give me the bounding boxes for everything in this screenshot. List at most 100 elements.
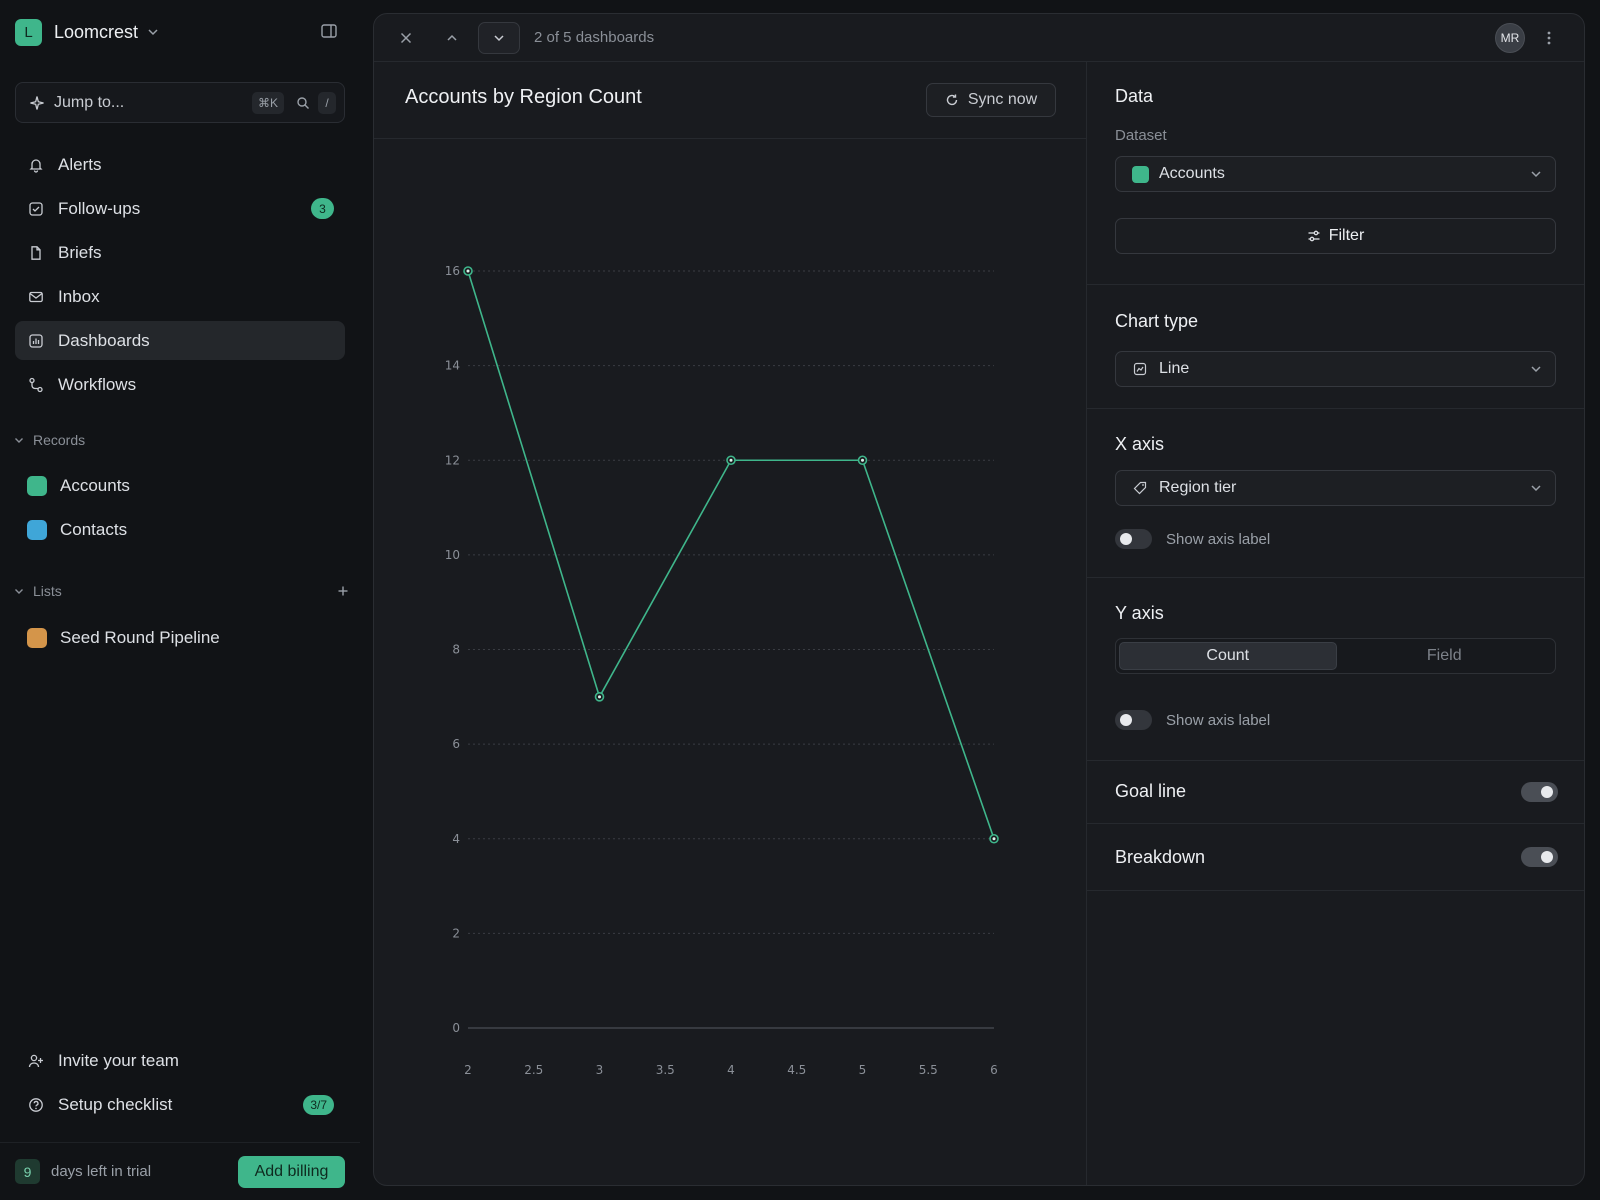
chart-type-title: Chart type — [1115, 311, 1199, 331]
chevron-up-icon[interactable] — [442, 28, 462, 48]
data-section: Data Dataset Accounts Filter — [1087, 62, 1584, 285]
nav-item-inbox[interactable]: Inbox — [15, 277, 345, 316]
accounts-swatch — [27, 475, 47, 496]
check-square-icon — [27, 200, 45, 218]
y-tick-label: 14 — [445, 359, 460, 373]
records-section-header[interactable]: Records — [13, 430, 349, 450]
user-plus-icon — [27, 1052, 45, 1070]
y-tick-label: 0 — [452, 1021, 460, 1035]
panel-topbar: 2 of 5 dashboards MR — [374, 14, 1584, 62]
x-tick-label: 4.5 — [787, 1063, 806, 1077]
series-line — [467, 270, 995, 840]
goal-line-toggle[interactable] — [1521, 782, 1558, 802]
line-chart-icon — [1131, 360, 1149, 378]
x-axis-title: X axis — [1115, 434, 1165, 454]
sidebar-item-accounts[interactable]: Accounts — [15, 466, 345, 505]
add-billing-button[interactable]: Add billing — [238, 1156, 345, 1188]
follow-ups-count-badge: 3 — [311, 198, 334, 219]
nav-item-workflows[interactable]: Workflows — [15, 365, 345, 404]
x-show-axis-label-toggle[interactable] — [1115, 529, 1152, 549]
filter-button[interactable]: Filter — [1115, 218, 1556, 254]
y-show-axis-label-row: Show axis label — [1115, 709, 1270, 731]
chevron-down-icon — [1529, 362, 1543, 376]
nav-item-follow-ups[interactable]: Follow-ups 3 — [15, 189, 345, 228]
add-list-icon[interactable] — [337, 585, 349, 597]
x-tick-label: 5.5 — [919, 1063, 938, 1077]
x-tick-label: 2.5 — [524, 1063, 543, 1077]
data-point-center — [598, 695, 601, 699]
refresh-icon — [945, 93, 959, 107]
chart-header: Accounts by Region Count Sync now — [374, 62, 1086, 139]
setup-checklist-link[interactable]: Setup checklist 3/7 — [15, 1085, 345, 1124]
sidebar-item-seed-round-pipeline[interactable]: Seed Round Pipeline — [15, 618, 345, 657]
nav-item-alerts[interactable]: Alerts — [15, 145, 345, 184]
dataset-label: Dataset — [1115, 127, 1167, 144]
x-tick-label: 5 — [859, 1063, 867, 1077]
next-dashboard-button[interactable] — [478, 22, 520, 54]
nav-item-label: Workflows — [58, 374, 137, 394]
trial-banner: 9 days left in trial Add billing — [0, 1142, 360, 1200]
list-swatch — [27, 627, 47, 648]
records-list: Accounts Contacts — [15, 466, 345, 554]
trial-days-text: days left in trial — [51, 1163, 152, 1180]
y-tick-label: 6 — [452, 737, 460, 751]
user-avatar[interactable]: MR — [1495, 23, 1525, 53]
filter-label: Filter — [1328, 227, 1365, 244]
sync-now-button[interactable]: Sync now — [926, 83, 1056, 117]
y-show-axis-label-text: Show axis label — [1166, 711, 1271, 729]
nav-item-label: Briefs — [58, 242, 102, 262]
chevron-down-icon — [13, 585, 25, 597]
y-tick-label: 10 — [445, 548, 460, 562]
y-axis-count-option[interactable]: Count — [1119, 642, 1337, 670]
y-tick-label: 16 — [445, 264, 460, 278]
invite-label: Invite your team — [58, 1050, 179, 1070]
workspace-switcher[interactable]: L Loomcrest — [15, 18, 160, 46]
sidebar-item-label: Contacts — [60, 519, 128, 539]
checklist-label: Setup checklist — [58, 1094, 173, 1114]
nav-item-briefs[interactable]: Briefs — [15, 233, 345, 272]
sidebar-item-label: Seed Round Pipeline — [60, 627, 220, 647]
x-tick-label: 3 — [596, 1063, 604, 1077]
nav-item-label: Alerts — [58, 154, 102, 174]
nav-item-label: Dashboards — [58, 330, 150, 350]
dashboard-panel: 2 of 5 dashboards MR Accounts by Region … — [373, 13, 1585, 1186]
goal-line-label: Goal line — [1115, 781, 1187, 801]
chart-config-panel: Data Dataset Accounts Filter Chart type … — [1087, 62, 1584, 1185]
shortcut-badge: ⌘K — [251, 91, 284, 114]
trial-days-count: 9 — [15, 1159, 40, 1184]
y-show-axis-label-toggle[interactable] — [1115, 710, 1152, 730]
search-icon[interactable] — [296, 96, 310, 110]
invite-team-link[interactable]: Invite your team — [15, 1041, 345, 1080]
sidebar-item-contacts[interactable]: Contacts — [15, 510, 345, 549]
jump-to-search[interactable]: Jump to... ⌘K / — [15, 82, 345, 123]
workflow-icon — [27, 376, 45, 394]
x-axis-section: X axis Region tier Show axis label — [1087, 409, 1584, 578]
tag-icon — [1131, 479, 1149, 497]
x-tick-label: 6 — [990, 1063, 998, 1077]
breakdown-label: Breakdown — [1115, 847, 1206, 867]
close-icon[interactable] — [396, 28, 416, 48]
data-point-center — [729, 458, 733, 462]
x-show-axis-label-text: Show axis label — [1166, 530, 1271, 548]
chart-type-select[interactable]: Line — [1115, 351, 1556, 387]
chart-icon — [27, 332, 45, 350]
chart-type-section: Chart type Line — [1087, 285, 1584, 409]
more-options-icon[interactable] — [1539, 28, 1559, 48]
sliders-icon — [1307, 229, 1321, 243]
breakdown-toggle[interactable] — [1521, 847, 1558, 867]
sidebar-toggle-icon[interactable] — [320, 22, 340, 42]
chevron-down-icon — [1529, 481, 1543, 495]
checklist-progress-badge: 3/7 — [303, 1095, 334, 1115]
data-point-center — [992, 837, 996, 841]
sidebar-footer-links: Invite your team Setup checklist 3/7 — [15, 1041, 345, 1129]
dataset-select[interactable]: Accounts — [1115, 156, 1556, 192]
lists-section-header[interactable]: Lists — [13, 581, 349, 601]
x-tick-label: 4 — [727, 1063, 735, 1077]
nav-item-dashboards[interactable]: Dashboards — [15, 321, 345, 360]
x-axis-select[interactable]: Region tier — [1115, 470, 1556, 506]
data-point-center — [466, 269, 470, 273]
y-axis-field-option[interactable]: Field — [1337, 642, 1553, 670]
file-icon — [27, 244, 45, 262]
section-label: Records — [33, 432, 86, 448]
mail-icon — [27, 288, 45, 306]
